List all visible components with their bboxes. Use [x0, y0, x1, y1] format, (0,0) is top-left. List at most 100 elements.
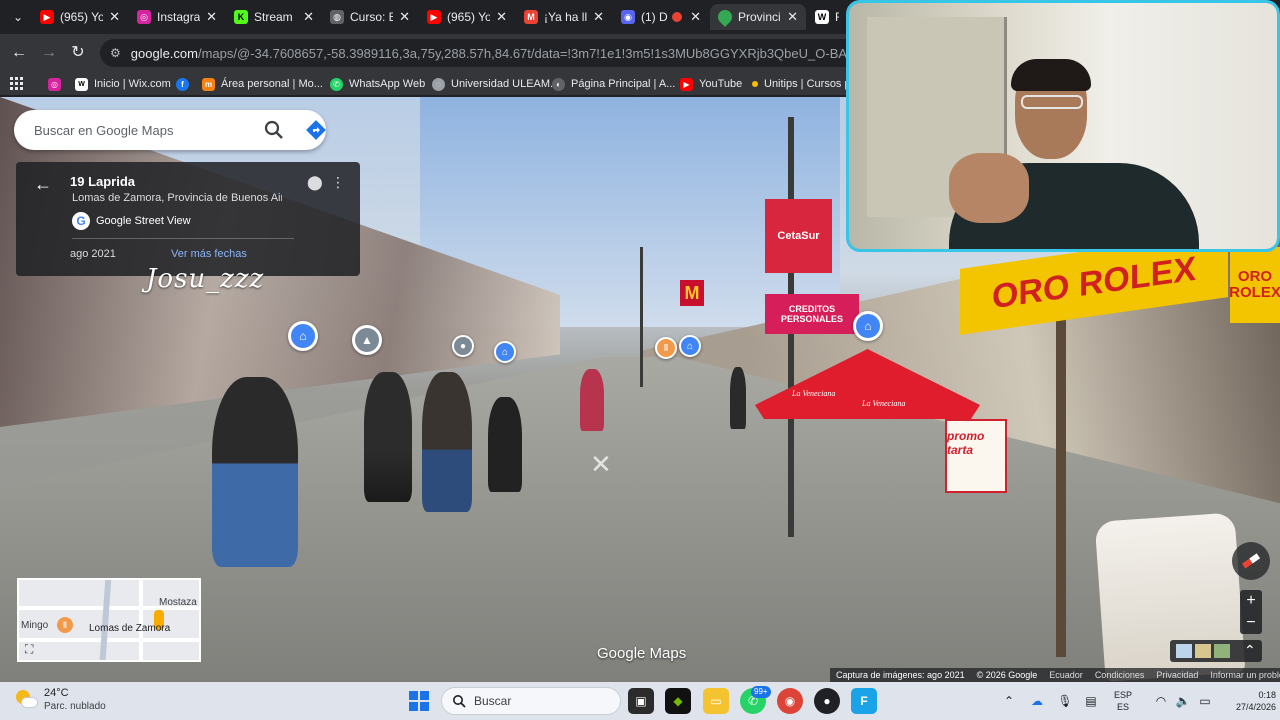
- tab-label: (965) You: [60, 10, 104, 24]
- bookmark-instagram[interactable]: ◎: [48, 76, 67, 92]
- map-label: Mostaza: [159, 597, 197, 608]
- close-icon[interactable]: ✕: [787, 9, 798, 25]
- close-icon[interactable]: ✕: [303, 9, 314, 25]
- compass-icon[interactable]: [1232, 542, 1270, 580]
- task-view-icon[interactable]: ▣: [628, 688, 654, 714]
- file-explorer-icon[interactable]: ▭: [703, 688, 729, 714]
- expand-icon[interactable]: ⛶: [25, 642, 39, 656]
- obs-icon[interactable]: ●: [814, 688, 840, 714]
- wix-icon: W: [75, 77, 88, 91]
- windows-start-icon[interactable]: [409, 691, 429, 711]
- taskbar-search[interactable]: Buscar: [441, 687, 621, 715]
- battery-icon[interactable]: ▭: [1196, 692, 1214, 710]
- tab-youtube-2[interactable]: ▶ (965) You ✕: [419, 4, 515, 30]
- more-dates-link[interactable]: Ver más fechas: [171, 248, 247, 260]
- close-icon[interactable]: ✕: [593, 9, 604, 25]
- partly-cloudy-icon: [16, 690, 38, 710]
- onedrive-icon[interactable]: ☁: [1028, 692, 1046, 710]
- microphone-icon[interactable]: 🎙: [1056, 692, 1074, 710]
- back-arrow-icon[interactable]: ←: [34, 174, 52, 195]
- zoom-in-button[interactable]: +: [1240, 590, 1262, 612]
- youtube-icon: ▶: [40, 10, 54, 24]
- app-f-icon[interactable]: F: [851, 688, 877, 714]
- bookmark-wix[interactable]: W Inicio | Wix.com: [75, 76, 171, 92]
- tab-search-chevron-icon[interactable]: ⌄: [8, 7, 28, 27]
- language-primary: ESP: [1114, 690, 1133, 700]
- forward-arrow-icon[interactable]: →: [38, 42, 60, 64]
- reload-icon[interactable]: ↻: [67, 42, 89, 64]
- tab-stream[interactable]: K Stream ✕: [226, 4, 322, 30]
- streamer-watermark: Josu_zzz: [146, 264, 265, 294]
- chrome-icon[interactable]: ◉: [777, 688, 803, 714]
- chat-icon: ◉: [621, 10, 635, 24]
- gmail-icon: M: [524, 10, 538, 24]
- page-icon: ◐: [552, 77, 565, 91]
- map-label: Mingo: [21, 620, 49, 631]
- zoom-out-button[interactable]: −: [1240, 612, 1262, 634]
- restaurant-icon[interactable]: Ⅱ: [655, 337, 677, 359]
- recording-icon: [672, 12, 683, 22]
- street-navigation-arrow-icon[interactable]: ✕: [590, 449, 646, 479]
- terms-link[interactable]: Condiciones: [1095, 670, 1145, 680]
- maps-search-input[interactable]: [34, 122, 244, 138]
- minimap[interactable]: Ⅱ Mingo Lomas de Zamora Mostaza ⛶: [17, 578, 201, 662]
- map-label: Lomas de Zamora: [89, 623, 171, 634]
- layer-thumbnail[interactable]: [1176, 644, 1192, 658]
- location-pin-icon[interactable]: ⬤: [307, 174, 323, 191]
- bookmark-pagina-principal[interactable]: ◐ Página Principal | A...: [552, 76, 675, 92]
- nvidia-icon[interactable]: ◆: [665, 688, 691, 714]
- more-vert-icon[interactable]: ⋮: [331, 174, 345, 191]
- school-icon[interactable]: ▲: [352, 325, 382, 355]
- apps-grid-icon[interactable]: [10, 77, 23, 90]
- shopping-bag-icon[interactable]: ⌂: [494, 341, 516, 363]
- tab-instagram[interactable]: ◎ Instagra ✕: [129, 4, 225, 30]
- bookmark-youtube[interactable]: ▶ YouTube: [680, 76, 742, 92]
- privacy-link[interactable]: Privacidad: [1156, 670, 1198, 680]
- chevron-up-icon[interactable]: ⌃: [1000, 692, 1018, 710]
- volume-icon[interactable]: 🔈: [1174, 692, 1192, 710]
- close-icon[interactable]: ✕: [496, 9, 507, 25]
- layer-thumbnail[interactable]: [1195, 644, 1211, 658]
- site-info-icon[interactable]: ⚙: [110, 46, 121, 60]
- clock[interactable]: 0:18 27/4/2026: [1236, 689, 1276, 713]
- address-bar[interactable]: ⚙ google.com/maps/@-34.7608657,-58.39891…: [100, 39, 860, 67]
- close-icon[interactable]: ✕: [206, 9, 217, 25]
- map-railway: [98, 580, 112, 660]
- sign-oro-rolex-side: ORO ROLEX: [1229, 247, 1280, 323]
- bookmark-whatsapp[interactable]: ✆ WhatsApp Web: [330, 76, 425, 92]
- place-info-card: ← 19 Laprida Lomas de Zamora, Provincia …: [16, 162, 360, 276]
- close-icon[interactable]: ✕: [109, 9, 120, 25]
- bookmark-label: Inicio | Wix.com: [94, 78, 171, 90]
- weather-widget[interactable]: 24°C Parc. nublado: [16, 687, 106, 713]
- close-icon[interactable]: ✕: [399, 9, 410, 25]
- tab-google-maps[interactable]: Provinci ✕: [710, 4, 806, 30]
- taskbar-search-label: Buscar: [474, 694, 512, 708]
- webcam-person-glasses: [1021, 95, 1083, 109]
- wifi-icon[interactable]: ◠: [1152, 692, 1170, 710]
- tab-chat[interactable]: ◉ (1) D ✕: [613, 4, 709, 30]
- layer-thumbnail[interactable]: [1214, 644, 1230, 658]
- tab-gmail[interactable]: M ¡Ya ha lle ✕: [516, 4, 612, 30]
- bookmark-uleam[interactable]: ◌ Universidad ULEAM.: [432, 76, 553, 92]
- bookmark-unitips[interactable]: Unitips | Cursos pa: [752, 76, 857, 92]
- back-arrow-icon[interactable]: ←: [8, 42, 30, 64]
- report-problem-link[interactable]: Informar un problema: [1210, 670, 1280, 680]
- search-icon[interactable]: [264, 120, 284, 140]
- close-icon[interactable]: ✕: [690, 9, 701, 25]
- tab-label: Curso: B: [350, 10, 394, 24]
- country-link[interactable]: Ecuador: [1049, 670, 1083, 680]
- shopping-bag-icon[interactable]: ⌂: [288, 321, 318, 351]
- shopping-bag-icon[interactable]: ⌂: [679, 335, 701, 357]
- bookmark-facebook[interactable]: f: [176, 76, 195, 92]
- location-pin-icon[interactable]: ●: [452, 335, 474, 357]
- bookmark-moodle[interactable]: m Área personal | Mo...: [202, 76, 323, 92]
- shopping-bag-icon[interactable]: ⌂: [853, 311, 883, 341]
- tab-curso[interactable]: ◍ Curso: B ✕: [322, 4, 418, 30]
- chevron-up-icon[interactable]: ⌃: [1244, 642, 1256, 659]
- copyright: © 2026 Google: [976, 670, 1038, 680]
- directions-icon[interactable]: [306, 120, 326, 140]
- language-indicator[interactable]: ESP ES: [1114, 689, 1132, 713]
- tab-wikipedia[interactable]: W Fil: [807, 4, 847, 30]
- tab-youtube-1[interactable]: ▶ (965) You ✕: [32, 4, 128, 30]
- screen-icon[interactable]: ▤: [1082, 692, 1100, 710]
